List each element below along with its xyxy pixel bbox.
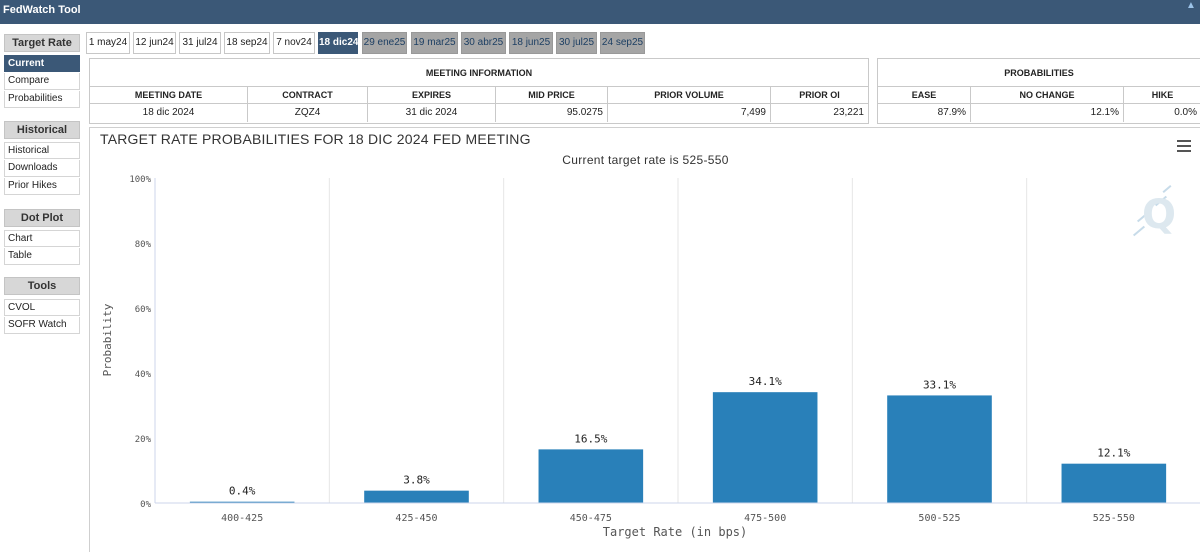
- x-tick-label: 400-425: [221, 513, 263, 524]
- data-label: 33.1%: [923, 378, 956, 391]
- hike-value: 0.0%: [1174, 107, 1197, 118]
- tab-meeting[interactable]: 19 mar25: [411, 32, 458, 54]
- sidebar-item-historical[interactable]: Historical: [4, 142, 80, 159]
- chart-panel: TARGET RATE PROBABILITIES FOR 18 DIC 202…: [89, 127, 1200, 552]
- sidebar-item-cvol[interactable]: CVOL: [4, 299, 80, 316]
- prior-volume-value: 7,499: [608, 104, 771, 122]
- ease-header: EASE: [878, 87, 971, 104]
- no-change-header: NO CHANGE: [971, 87, 1124, 104]
- data-label: 12.1%: [1097, 447, 1130, 460]
- sidebar-heading-target-rate: Target Rate: [4, 34, 80, 52]
- expires-value: 31 dic 2024: [368, 104, 496, 122]
- ease-value: 87.9%: [878, 104, 971, 122]
- mid-price-header: MID PRICE: [496, 87, 608, 104]
- bar[interactable]: [887, 395, 992, 503]
- y-tick-label: 20%: [135, 435, 152, 445]
- x-axis-label: Target Rate (in bps): [603, 525, 748, 539]
- data-label: 34.1%: [749, 375, 782, 388]
- sidebar-item-probabilities[interactable]: Probabilities: [4, 91, 80, 108]
- twitter-bird-icon[interactable]: ▲: [1186, 1, 1196, 11]
- contract-value: ZQZ4: [248, 104, 368, 122]
- tab-meeting[interactable]: 18 sep24: [224, 32, 270, 54]
- tab-meeting[interactable]: 18 jun25: [509, 32, 553, 54]
- sidebar-item-sofr-watch[interactable]: SOFR Watch: [4, 317, 80, 334]
- tab-meeting[interactable]: 31 jul24: [179, 32, 221, 54]
- tab-meeting[interactable]: 29 ene25: [362, 32, 407, 54]
- no-change-value: 12.1%: [971, 104, 1124, 122]
- bar[interactable]: [1061, 463, 1167, 503]
- sidebar-item-prior-hikes[interactable]: Prior Hikes: [4, 178, 80, 195]
- y-tick-label: 0%: [140, 500, 151, 510]
- sidebar-heading-historical: Historical: [4, 121, 80, 139]
- app-title: FedWatch Tool: [3, 4, 81, 16]
- x-tick-label: 450-475: [570, 513, 612, 524]
- tab-meeting[interactable]: 7 nov24: [273, 32, 315, 54]
- mid-price-value: 95.0275: [496, 104, 608, 122]
- prior-oi-value: 23,221: [833, 107, 864, 118]
- data-label: 16.5%: [574, 432, 607, 445]
- x-tick-label: 475-500: [744, 513, 786, 524]
- tab-meeting-active[interactable]: 18 dic24: [318, 32, 358, 54]
- y-tick-label: 40%: [135, 370, 152, 380]
- y-tick-label: 60%: [135, 305, 152, 315]
- y-axis-label: Probability: [101, 303, 114, 376]
- meeting-info-panel: MEETING INFORMATION MEETING DATE CONTRAC…: [89, 58, 869, 124]
- tab-meeting[interactable]: 12 jun24: [133, 32, 176, 54]
- tab-meeting[interactable]: 30 abr25: [461, 32, 506, 54]
- meeting-date-header: MEETING DATE: [90, 87, 248, 104]
- probabilities-title: PROBABILITIES: [878, 59, 1200, 87]
- tab-meeting[interactable]: 24 sep25: [600, 32, 645, 54]
- probabilities-panel: PROBABILITIES EASE NO CHANGE HIKE 87.9% …: [877, 58, 1200, 124]
- sidebar-heading-dot-plot: Dot Plot: [4, 209, 80, 227]
- sidebar-item-table[interactable]: Table: [4, 248, 80, 265]
- tab-meeting[interactable]: 30 jul25: [556, 32, 597, 54]
- app-titlebar: FedWatch Tool ▲: [0, 0, 1200, 24]
- sidebar-item-current[interactable]: Current: [4, 55, 80, 72]
- bar-chart: 0% 20% 40% 60% 80% 100% 0.4% 400-425 3.8% 425-450…: [101, 175, 1200, 539]
- sidebar-heading-tools: Tools: [4, 277, 80, 295]
- contract-header: CONTRACT: [248, 87, 368, 104]
- bar[interactable]: [364, 490, 469, 503]
- sidebar: Target Rate Current Compare Probabilitie…: [0, 28, 82, 552]
- hike-header: HIKE: [1124, 87, 1200, 104]
- y-tick-label: 100%: [129, 175, 151, 185]
- prior-volume-header: PRIOR VOLUME: [608, 87, 771, 104]
- meeting-info-title: MEETING INFORMATION: [90, 59, 868, 87]
- sidebar-item-downloads[interactable]: Downloads: [4, 160, 80, 177]
- sidebar-item-compare[interactable]: Compare: [4, 73, 80, 90]
- prior-oi-header: PRIOR OI: [771, 87, 868, 104]
- data-label: 3.8%: [403, 474, 430, 487]
- bar[interactable]: [712, 392, 818, 503]
- bar[interactable]: [538, 449, 644, 503]
- meeting-date-value: 18 dic 2024: [90, 104, 248, 122]
- x-tick-label: 425-450: [395, 513, 437, 524]
- sidebar-item-chart[interactable]: Chart: [4, 230, 80, 247]
- expires-header: EXPIRES: [368, 87, 496, 104]
- x-tick-label: 500-525: [918, 513, 960, 524]
- tab-meeting[interactable]: 1 may24: [86, 32, 130, 54]
- data-label: 0.4%: [229, 485, 256, 498]
- x-tick-label: 525-550: [1093, 513, 1135, 524]
- y-tick-label: 80%: [135, 240, 152, 250]
